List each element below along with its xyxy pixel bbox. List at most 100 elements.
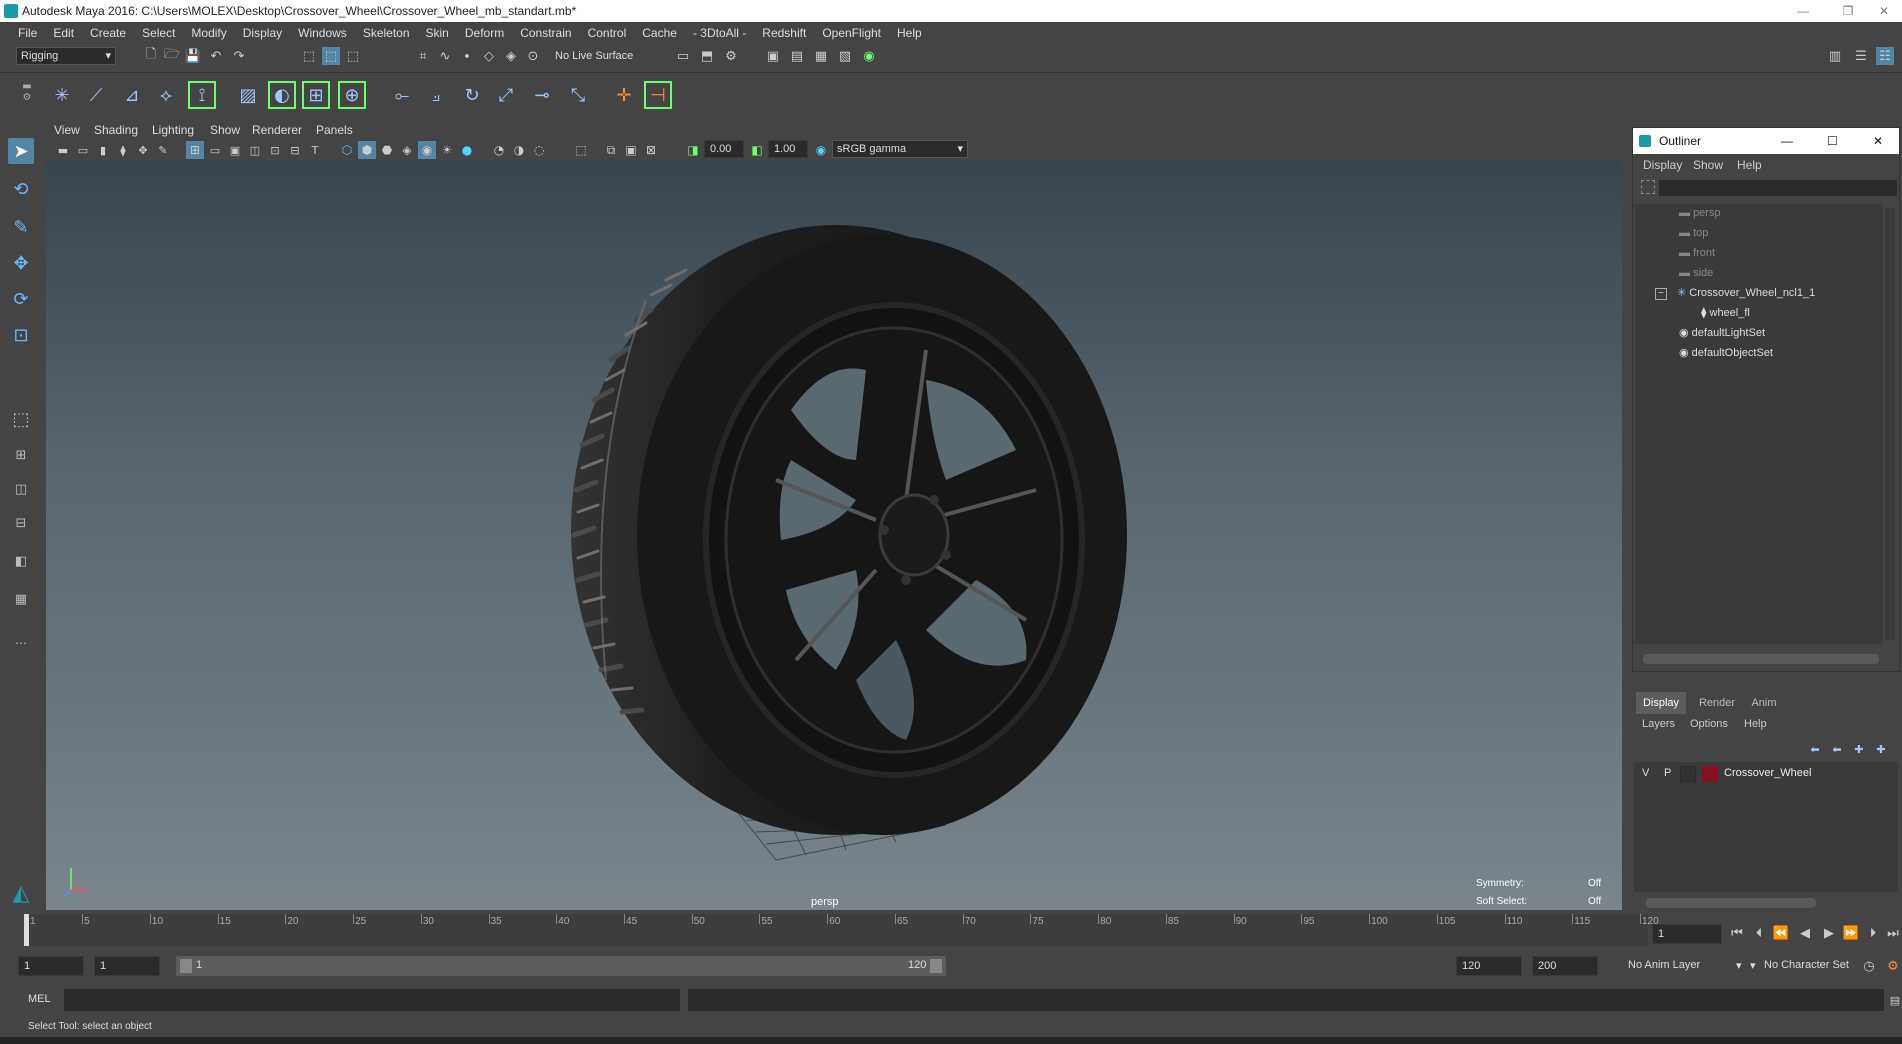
camera-attributes-icon[interactable]: ▭ [74, 141, 92, 159]
layer-menu-help[interactable]: Help [1744, 718, 1767, 730]
depth-of-field-icon[interactable]: ⊠ [642, 141, 660, 159]
snap-grid-icon[interactable]: ⌗ [414, 47, 432, 65]
time-slider[interactable]: 1 5 10 15 20 25 30 35 40 45 50 55 60 65 70 75 80 85 90 95 10… [0, 910, 1902, 950]
animation-end-field[interactable]: 200 [1532, 956, 1598, 976]
wireframe-on-shaded-icon[interactable]: ⬣ [378, 141, 396, 159]
render-frame-icon[interactable]: ▣ [764, 47, 782, 65]
collapse-icon[interactable]: − [1655, 288, 1667, 300]
film-gate-icon[interactable]: ▭ [206, 141, 224, 159]
exposure-icon[interactable]: ◨ [684, 141, 702, 159]
character-set-dropdown[interactable]: ▾ No Character Set [1750, 956, 1870, 976]
layer-playback-toggle[interactable]: P [1664, 767, 1671, 779]
construction-history-icon[interactable]: ⬒ [698, 47, 716, 65]
color-management-icon[interactable]: ◉ [812, 141, 830, 159]
step-back-key-icon[interactable]: ⏴ [1750, 924, 1768, 942]
menu-skeleton[interactable]: Skeleton [355, 26, 418, 40]
render-settings-icon[interactable]: ⚙ [722, 47, 740, 65]
close-button[interactable]: ✕ [1873, 128, 1883, 154]
layer-hscrollbar[interactable] [1646, 898, 1816, 908]
minimize-button[interactable]: — [1785, 0, 1821, 22]
attribute-editor-icon[interactable]: ☰ [1852, 47, 1870, 65]
step-forward-frame-icon[interactable]: ⏩ [1842, 924, 1860, 942]
grease-pencil-icon[interactable]: ✎ [154, 141, 172, 159]
auto-key-icon[interactable]: ◷ [1860, 957, 1878, 975]
outliner-item-default-object-set[interactable]: ◉ defaultObjectSet [1679, 344, 1773, 362]
outliner-menu-help[interactable]: Help [1737, 158, 1762, 172]
menu-skin[interactable]: Skin [418, 26, 457, 40]
snap-point-icon[interactable]: ∙ [458, 47, 476, 65]
aim-constraint-icon[interactable]: ⊸ [528, 81, 556, 109]
animation-start-field[interactable]: 1 [18, 956, 84, 976]
viewport-menu-panels[interactable]: Panels [316, 123, 353, 137]
playback-start-field[interactable]: 1 [94, 956, 160, 976]
outliner-vscrollbar[interactable] [1885, 208, 1895, 640]
layer-color-swatch[interactable] [1702, 766, 1718, 782]
command-input[interactable] [64, 989, 680, 1011]
menu-cache[interactable]: Cache [634, 26, 685, 40]
layer-type-toggle[interactable] [1680, 766, 1696, 782]
menu-file[interactable]: File [10, 26, 45, 40]
new-layer-selected-icon[interactable]: ✚ [1872, 740, 1890, 758]
script-language-toggle[interactable]: MEL [28, 993, 51, 1005]
orient-joint-icon[interactable]: ⟡ [152, 81, 180, 109]
restore-button[interactable]: ❐ [1830, 0, 1866, 22]
scale-constraint-icon[interactable]: ⤢ [492, 81, 520, 109]
menu-constrain[interactable]: Constrain [512, 26, 579, 40]
viewport-menu-show[interactable]: Show [210, 123, 240, 137]
layer-menu-layers[interactable]: Layers [1642, 718, 1675, 730]
create-joints-icon[interactable]: ✳ [48, 81, 76, 109]
gamma-icon[interactable]: ◧ [748, 141, 766, 159]
hypershade-layout-icon[interactable]: ▦ [8, 586, 34, 612]
step-back-frame-icon[interactable]: ⏪ [1772, 924, 1790, 942]
set-driven-key-icon[interactable]: ⊣ [644, 81, 672, 109]
expand-toolbox-icon[interactable]: ⋯ [8, 630, 34, 656]
outliner-hscrollbar[interactable] [1643, 654, 1879, 664]
outliner-titlebar[interactable]: Outliner — ☐ ✕ [1633, 128, 1899, 154]
lattice-icon[interactable]: ⊞ [302, 81, 330, 109]
viewport-persp[interactable]: persp Symmetry: Off Soft Select: Off [46, 160, 1622, 910]
playback-end-field[interactable]: 120 [1456, 956, 1522, 976]
maximize-button[interactable]: ☐ [1827, 128, 1838, 154]
locator-icon[interactable]: ✛ [610, 81, 638, 109]
play-forward-icon[interactable]: ▶ [1820, 924, 1838, 942]
tab-display[interactable]: Display [1636, 692, 1686, 714]
select-object-icon[interactable]: ⬚ [322, 47, 340, 65]
four-pane-layout-icon[interactable]: ⊞ [8, 442, 34, 468]
tab-render[interactable]: Render [1692, 692, 1742, 714]
xray-icon[interactable]: ◔ [490, 141, 508, 159]
field-chart-icon[interactable]: ⊡ [266, 141, 284, 159]
outliner-menu-display[interactable]: Display [1643, 158, 1682, 172]
input-output-icon[interactable]: ▭ [674, 47, 692, 65]
insert-joint-icon[interactable]: ⟋ [82, 81, 110, 109]
play-backward-icon[interactable]: ◀ [1796, 924, 1814, 942]
current-frame-field[interactable]: 1 [1652, 924, 1722, 944]
gamma-field[interactable]: 1.00 [768, 140, 808, 158]
cluster-icon[interactable]: ⊕ [338, 81, 366, 109]
modeling-toolkit-icon[interactable]: ▥ [1826, 47, 1844, 65]
shelf-menu-icon[interactable]: ▬ ⚙ [20, 81, 34, 111]
orient-constraint-icon[interactable]: ↻ [458, 81, 486, 109]
point-constraint-icon[interactable]: ⟓ [422, 81, 450, 109]
render-view-icon[interactable]: ▦ [812, 47, 830, 65]
layer-row[interactable]: V P Crossover_Wheel [1634, 764, 1898, 784]
outliner-item-top[interactable]: ▬ top [1679, 224, 1708, 242]
rotate-tool-icon[interactable]: ⟳ [8, 286, 34, 312]
snap-surface-icon[interactable]: ◈ [502, 47, 520, 65]
hypershade-icon[interactable]: ▧ [836, 47, 854, 65]
outliner-item-front[interactable]: ▬ front [1679, 244, 1715, 262]
menu-edit[interactable]: Edit [45, 26, 82, 40]
select-tool-icon[interactable]: ➤ [8, 138, 34, 164]
multisample-aa-icon[interactable]: ▣ [622, 141, 640, 159]
menu-modify[interactable]: Modify [183, 26, 234, 40]
select-hierarchy-icon[interactable]: ⬚ [300, 47, 318, 65]
close-button[interactable]: ✕ [1866, 0, 1902, 22]
viewport-menu-lighting[interactable]: Lighting [152, 123, 194, 137]
color-space-dropdown[interactable]: sRGB gamma ▾ [832, 140, 968, 158]
outliner-item-wheel-fl[interactable]: ⧫ wheel_fl [1701, 304, 1750, 322]
range-slider-start-handle[interactable] [180, 959, 192, 973]
redo-icon[interactable]: ↷ [230, 47, 248, 65]
xray-joints-icon[interactable]: ◑ [510, 141, 528, 159]
textured-icon[interactable]: ◈ [398, 141, 416, 159]
isolate-select-icon[interactable]: ⬚ [572, 141, 590, 159]
two-pane-layout-icon[interactable]: ◫ [8, 476, 34, 502]
